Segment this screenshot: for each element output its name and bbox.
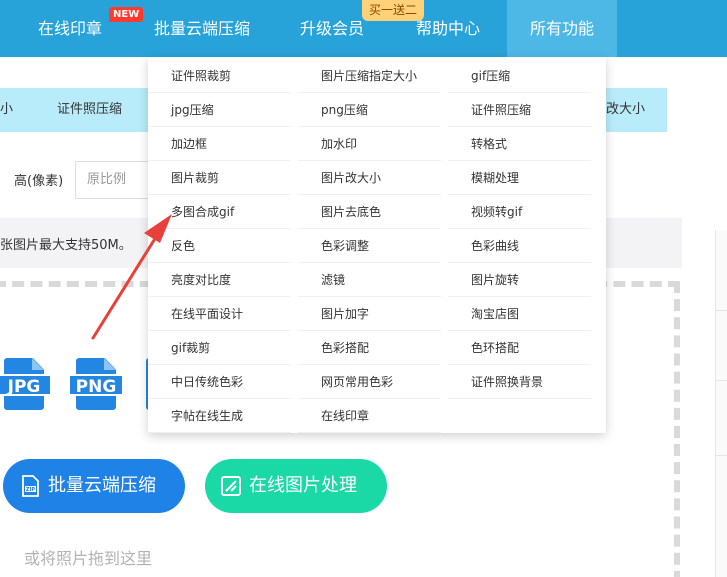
dropdown-item[interactable]: 证件照压缩	[448, 93, 591, 127]
dropdown-item[interactable]: 图片旋转	[448, 263, 591, 297]
dropdown-item[interactable]: 图片加字	[298, 297, 441, 331]
dropdown-item[interactable]: 在线印章	[298, 399, 441, 433]
dropdown-item[interactable]: 加边框	[148, 127, 291, 161]
dropdown-item[interactable]: 滤镜	[298, 263, 441, 297]
height-label: 高(像素)	[14, 174, 64, 189]
dropdown-item[interactable]: 加水印	[298, 127, 441, 161]
sub-item-resize[interactable]: 改大小	[606, 88, 645, 132]
sub-item-id-photo-compress[interactable]: 证件照压缩	[57, 88, 122, 132]
dropdown-item[interactable]: 色彩曲线	[448, 229, 591, 263]
dropdown-item[interactable]: 在线平面设计	[148, 297, 291, 331]
dropdown-item[interactable]: 反色	[148, 229, 291, 263]
dropdown-item[interactable]: 色环搭配	[448, 331, 591, 365]
dropdown-item[interactable]: gif裁剪	[148, 331, 291, 365]
dropdown-item[interactable]: 淘宝店图	[448, 297, 591, 331]
promo-badge: 买一送二	[362, 0, 425, 21]
svg-text:ZIP: ZIP	[26, 487, 35, 493]
dropdown-item[interactable]: 亮度对比度	[148, 263, 291, 297]
sub-item-partial-left[interactable]: 小	[0, 88, 13, 132]
online-image-process-button[interactable]: 在线图片处理	[205, 459, 387, 513]
png-file-icon: PNG	[70, 358, 122, 414]
dropdown-item[interactable]: 多图合成gif	[148, 195, 291, 229]
dropdown-item[interactable]: 模糊处理	[448, 161, 591, 195]
dropdown-item[interactable]: 色彩调整	[298, 229, 441, 263]
image-edit-icon	[221, 476, 241, 496]
dropdown-item[interactable]: gif压缩	[448, 59, 591, 93]
all-functions-dropdown: 证件照裁剪 图片压缩指定大小 gif压缩 jpg压缩 png压缩 证件照压缩加边框 加水印转…	[148, 57, 606, 433]
dropdown-item[interactable]: 图片去底色	[298, 195, 441, 229]
nav-upgrade-vip[interactable]: 升级会员	[300, 0, 364, 57]
batch-compress-button[interactable]: ZIP 批量云端压缩	[3, 459, 185, 513]
batch-compress-label: 批量云端压缩	[48, 475, 156, 496]
jpg-file-icon: JPG	[0, 358, 50, 414]
dropdown-item[interactable]: 视频转gif	[448, 195, 591, 229]
dropdown-item[interactable]: 证件照换背景	[448, 365, 591, 399]
dropdown-item[interactable]: 图片压缩指定大小	[298, 59, 441, 93]
dropdown-item[interactable]: 网页常用色彩	[298, 365, 441, 399]
drag-hint-text: 或将照片拖到这里	[24, 549, 153, 568]
new-badge: NEW	[109, 7, 144, 22]
top-nav: 在线印章 NEW 批量云端压缩 升级会员 买一送二 帮助中心 所有功能	[0, 0, 727, 57]
dropdown-item[interactable]: jpg压缩	[148, 93, 291, 127]
nav-batch-compress[interactable]: 批量云端压缩	[154, 0, 250, 57]
nav-help-center[interactable]: 帮助中心	[416, 0, 480, 57]
dropdown-item[interactable]: png压缩	[298, 93, 441, 127]
dropdown-item[interactable]: 证件照裁剪	[148, 59, 291, 93]
zip-file-icon: ZIP	[22, 475, 39, 497]
nav-all-functions[interactable]: 所有功能	[507, 0, 617, 57]
dropdown-item[interactable]: 色彩搭配	[298, 331, 441, 365]
dropdown-item[interactable]: 图片改大小	[298, 161, 441, 195]
dropdown-item[interactable]: 中日传统色彩	[148, 365, 291, 399]
nav-online-seal[interactable]: 在线印章	[38, 0, 102, 57]
dropdown-item[interactable]: 字帖在线生成	[148, 399, 291, 433]
notice-text: 张图片最大支持50M。	[0, 238, 132, 253]
dropdown-item[interactable]: 图片裁剪	[148, 161, 291, 195]
dropdown-item[interactable]: 转格式	[448, 127, 591, 161]
right-side-panel	[715, 230, 727, 577]
online-image-process-label: 在线图片处理	[249, 475, 357, 496]
